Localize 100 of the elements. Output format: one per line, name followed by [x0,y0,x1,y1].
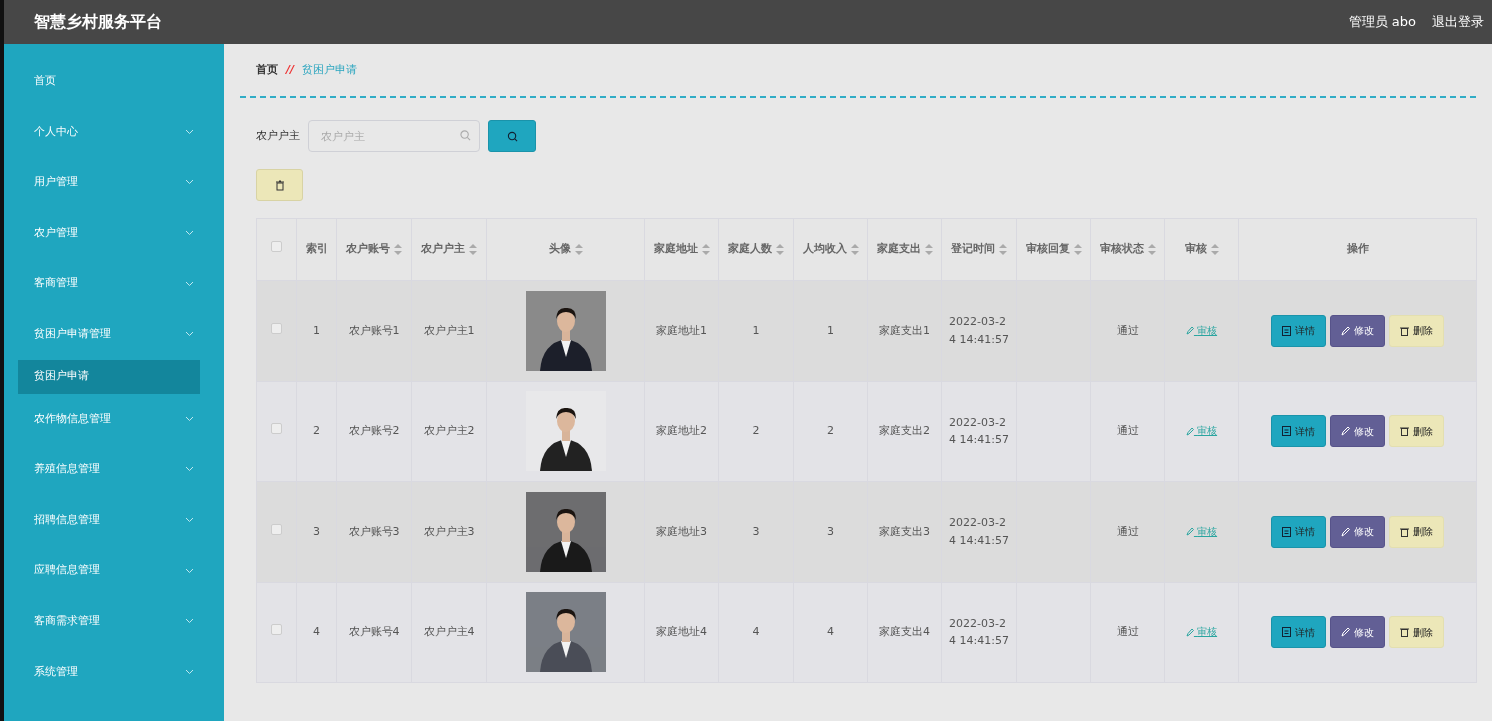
sidebar-item[interactable]: 农户管理 [4,207,224,259]
sidebar-item[interactable]: 系统管理 [4,646,224,698]
detail-button[interactable]: 详情 [1271,515,1326,548]
chevron-down-icon [185,567,194,574]
chevron-down-icon [185,179,194,186]
column-header: 审核 [1184,241,1207,258]
sidebar-item[interactable]: 个人中心 [4,106,224,158]
delete-button[interactable] [256,169,303,201]
sidebar-item[interactable]: 首页 [4,56,224,107]
table-cell-text: 家庭支出2 [879,423,930,439]
sort-icon[interactable] [1210,244,1219,255]
delete-button[interactable]: 删除 [1389,415,1444,448]
sort-icon[interactable] [574,244,583,255]
column-header: 索引 [305,241,328,258]
sort-icon[interactable] [1073,244,1082,255]
chevron-down-icon [185,618,194,625]
table-cell: 1 [827,322,834,339]
column-header: 人均收入 [802,241,847,258]
table-cell: 通过 [1116,322,1139,339]
edit-button[interactable]: 修改 [1330,616,1385,649]
table-cell-text: 2 [827,423,834,439]
table-cell-text: 4 [313,624,320,640]
pencil-icon [1185,326,1194,335]
column-header: 操作 [1346,241,1369,258]
sidebar-item[interactable]: 贫困户申请管理 [4,308,224,360]
table-cell-text: 家庭地址4 [656,624,707,640]
table-cell: 家庭支出3 [879,523,930,540]
search-button[interactable] [488,120,536,152]
sort-icon[interactable] [850,244,859,255]
row-checkbox[interactable] [271,423,282,434]
table-cell-text: 农户户主4 [423,624,475,640]
column-header: 家庭地址 [653,241,698,258]
sidebar-item[interactable]: 应聘信息管理 [4,545,224,596]
delete-button[interactable]: 删除 [1389,616,1444,649]
document-icon [1282,627,1291,638]
table-cell: 农户户主3 [423,523,475,540]
sort-icon[interactable] [924,244,933,255]
table-cell-text: 4 [752,624,760,640]
review-link[interactable]: 审核 [1185,626,1218,637]
table-cell: 家庭地址3 [656,523,707,540]
table-cell-text: 2022-03-24 14:41:57 [949,314,1009,348]
row-checkbox[interactable] [271,624,282,635]
detail-button[interactable]: 详情 [1271,616,1326,649]
review-link[interactable]: 审核 [1185,324,1218,336]
table-cell-text: 家庭支出4 [879,624,930,640]
table-cell: 家庭支出1 [879,322,930,339]
trash-icon [1400,627,1409,638]
delete-button[interactable]: 删除 [1389,515,1444,548]
chevron-down-icon [185,331,194,338]
sidebar-item[interactable]: 养殖信息管理 [4,444,224,495]
detail-button[interactable]: 详情 [1271,314,1326,347]
chevron-down-icon [185,230,194,237]
sidebar-subitem[interactable]: 贫困户申请 [18,359,200,394]
table-cell: 农户账号3 [348,523,400,540]
table-cell: 农户账号1 [348,322,400,339]
pencil-icon [1341,426,1350,437]
table-cell: 3 [313,523,320,540]
review-link[interactable]: 审核 [1185,425,1218,436]
edit-button[interactable]: 修改 [1330,415,1385,448]
row-checkbox[interactable] [271,322,282,334]
edit-button[interactable]: 修改 [1330,515,1385,548]
breadcrumb-current: 贫困户申请 [302,61,358,78]
sidebar-item[interactable]: 农作物信息管理 [4,393,224,445]
pencil-icon [1185,627,1194,637]
detail-button[interactable]: 详情 [1271,415,1326,448]
sidebar-item[interactable]: 客商需求管理 [4,595,224,647]
sort-icon[interactable] [776,244,784,255]
pencil-icon [1185,527,1194,536]
chevron-down-icon [185,280,194,287]
table-cell: 家庭地址1 [656,322,707,339]
table-cell: 1 [752,322,760,339]
sort-icon[interactable] [1147,244,1156,255]
row-checkbox[interactable] [271,523,282,535]
chevron-down-icon [185,415,194,422]
breadcrumb-home[interactable]: 首页 [256,61,278,79]
table-cell: 农户户主1 [423,322,475,339]
table-cell-text: 通过 [1116,624,1139,640]
sidebar-item[interactable]: 招聘信息管理 [4,494,224,546]
table-cell-text: 通过 [1116,423,1139,439]
sort-icon[interactable] [469,244,477,255]
sidebar-item[interactable]: 用户管理 [4,157,224,208]
search-field[interactable]: 农户户主 [308,120,480,152]
chevron-down-icon [185,466,194,473]
sort-icon[interactable] [999,244,1007,255]
select-all-checkbox[interactable] [271,241,282,253]
column-header: 审核回复 [1025,241,1070,258]
logout-link[interactable]: 退出登录 [1432,12,1484,32]
table-cell-text: 2022-03-24 14:41:57 [949,414,1009,449]
review-link[interactable]: 审核 [1185,525,1218,537]
sidebar-item[interactable]: 客商管理 [4,258,224,309]
search-icon [460,130,471,141]
column-header: 头像 [548,241,571,258]
table-cell-text: 农户户主2 [423,423,475,439]
table-cell: 3 [827,523,834,540]
column-header: 家庭人数 [728,241,772,258]
sort-icon[interactable] [394,244,402,255]
edit-button[interactable]: 修改 [1330,314,1385,347]
sort-icon[interactable] [701,244,710,255]
table-cell-text: 农户账号2 [348,423,400,439]
delete-button[interactable]: 删除 [1389,314,1444,347]
